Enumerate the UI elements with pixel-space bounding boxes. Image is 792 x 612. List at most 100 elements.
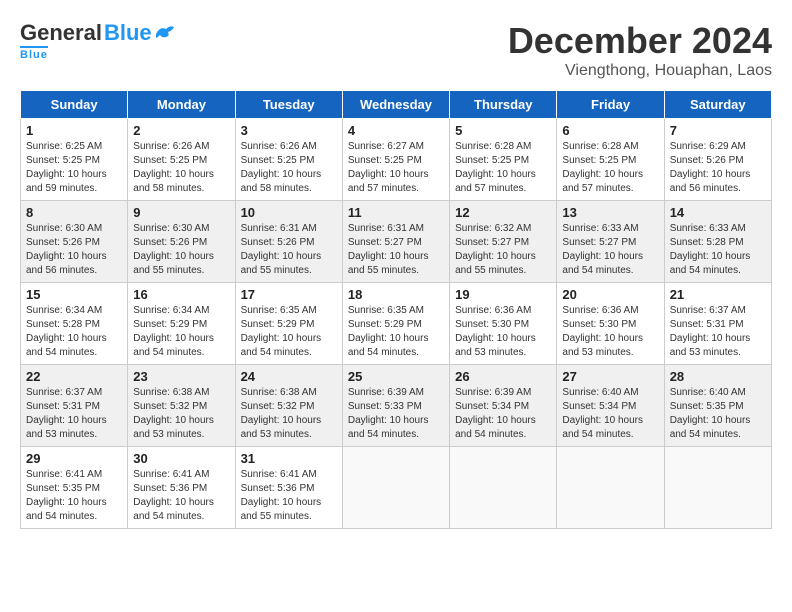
logo-underline: Blue <box>20 46 48 61</box>
calendar-cell: 25 Sunrise: 6:39 AMSunset: 5:33 PMDayligh… <box>342 365 449 447</box>
day-info: Sunrise: 6:37 AMSunset: 5:31 PMDaylight:… <box>26 386 122 442</box>
calendar-cell: 7 Sunrise: 6:29 AMSunset: 5:26 PMDaylight… <box>664 119 771 201</box>
day-info: Sunrise: 6:39 AMSunset: 5:34 PMDaylight:… <box>455 386 551 442</box>
calendar-cell: 28 Sunrise: 6:40 AMSunset: 5:35 PMDayligh… <box>664 365 771 447</box>
day-of-week-header: Thursday <box>450 91 557 119</box>
day-number: 28 <box>670 369 766 384</box>
logo-text: General Blue <box>20 20 176 46</box>
day-number: 22 <box>26 369 122 384</box>
calendar-cell: 3 Sunrise: 6:26 AMSunset: 5:25 PMDaylight… <box>235 119 342 201</box>
day-number: 25 <box>348 369 444 384</box>
calendar-cell: 8Sunrise: 6:30 AMSunset: 5:26 PMDaylight… <box>21 201 128 283</box>
day-number: 12 <box>455 205 551 220</box>
day-number: 30 <box>133 451 229 466</box>
calendar-cell: 19Sunrise: 6:36 AMSunset: 5:30 PMDayligh… <box>450 283 557 365</box>
day-number: 4 <box>348 123 444 138</box>
day-of-week-header: Monday <box>128 91 235 119</box>
calendar-cell: 2Sunrise: 6:26 AMSunset: 5:25 PMDaylight… <box>128 119 235 201</box>
day-info: Sunrise: 6:38 AMSunset: 5:32 PMDaylight:… <box>241 386 337 442</box>
day-number: 17 <box>241 287 337 302</box>
calendar-cell: 4 Sunrise: 6:27 AMSunset: 5:25 PMDaylight… <box>342 119 449 201</box>
calendar-cell <box>557 447 664 529</box>
day-number: 19 <box>455 287 551 302</box>
calendar-table: SundayMondayTuesdayWednesdayThursdayFrid… <box>20 90 772 529</box>
day-number: 10 <box>241 205 337 220</box>
day-info: Sunrise: 6:29 AMSunset: 5:26 PMDaylight:… <box>670 140 766 196</box>
calendar-cell: 23Sunrise: 6:38 AMSunset: 5:32 PMDayligh… <box>128 365 235 447</box>
calendar-cell: 29 Sunrise: 6:41 AMSunset: 5:35 PMDayligh… <box>21 447 128 529</box>
calendar-cell: 5 Sunrise: 6:28 AMSunset: 5:25 PMDaylight… <box>450 119 557 201</box>
day-info: Sunrise: 6:37 AMSunset: 5:31 PMDaylight:… <box>670 304 766 360</box>
calendar-cell: 21 Sunrise: 6:37 AMSunset: 5:31 PMDayligh… <box>664 283 771 365</box>
calendar-cell <box>342 447 449 529</box>
calendar-cell: 17 Sunrise: 6:35 AMSunset: 5:29 PMDayligh… <box>235 283 342 365</box>
day-number: 7 <box>670 123 766 138</box>
day-info: Sunrise: 6:28 AMSunset: 5:25 PMDaylight:… <box>562 140 658 196</box>
calendar-cell: 12 Sunrise: 6:32 AMSunset: 5:27 PMDayligh… <box>450 201 557 283</box>
day-info: Sunrise: 6:30 AMSunset: 5:26 PMDaylight:… <box>133 222 229 278</box>
day-number: 6 <box>562 123 658 138</box>
calendar-cell: 20Sunrise: 6:36 AMSunset: 5:30 PMDayligh… <box>557 283 664 365</box>
day-number: 21 <box>670 287 766 302</box>
month-title: December 2024 <box>508 20 772 62</box>
day-number: 31 <box>241 451 337 466</box>
day-info: Sunrise: 6:34 AMSunset: 5:29 PMDaylight:… <box>133 304 229 360</box>
day-info: Sunrise: 6:35 AMSunset: 5:29 PMDaylight:… <box>241 304 337 360</box>
day-info: Sunrise: 6:30 AMSunset: 5:26 PMDaylight:… <box>26 222 122 278</box>
calendar-cell: 27Sunrise: 6:40 AMSunset: 5:34 PMDayligh… <box>557 365 664 447</box>
day-number: 2 <box>133 123 229 138</box>
calendar-cell: 9 Sunrise: 6:30 AMSunset: 5:26 PMDaylight… <box>128 201 235 283</box>
day-info: Sunrise: 6:36 AMSunset: 5:30 PMDaylight:… <box>562 304 658 360</box>
calendar-cell: 31Sunrise: 6:41 AMSunset: 5:36 PMDayligh… <box>235 447 342 529</box>
day-info: Sunrise: 6:40 AMSunset: 5:35 PMDaylight:… <box>670 386 766 442</box>
day-number: 3 <box>241 123 337 138</box>
day-number: 5 <box>455 123 551 138</box>
location-subtitle: Viengthong, Houaphan, Laos <box>508 62 772 80</box>
calendar-cell: 11Sunrise: 6:31 AMSunset: 5:27 PMDayligh… <box>342 201 449 283</box>
day-number: 13 <box>562 205 658 220</box>
calendar-cell: 1 Sunrise: 6:25 AMSunset: 5:25 PMDaylight… <box>21 119 128 201</box>
calendar-week-row: 15 Sunrise: 6:34 AMSunset: 5:28 PMDayligh… <box>21 283 772 365</box>
day-info: Sunrise: 6:26 AMSunset: 5:25 PMDaylight:… <box>241 140 337 196</box>
calendar-cell: 16 Sunrise: 6:34 AMSunset: 5:29 PMDayligh… <box>128 283 235 365</box>
calendar-cell <box>450 447 557 529</box>
day-info: Sunrise: 6:35 AMSunset: 5:29 PMDaylight:… <box>348 304 444 360</box>
calendar-week-row: 1 Sunrise: 6:25 AMSunset: 5:25 PMDaylight… <box>21 119 772 201</box>
day-number: 29 <box>26 451 122 466</box>
day-of-week-header: Sunday <box>21 91 128 119</box>
calendar-week-row: 29 Sunrise: 6:41 AMSunset: 5:35 PMDayligh… <box>21 447 772 529</box>
day-number: 1 <box>26 123 122 138</box>
calendar-week-row: 8Sunrise: 6:30 AMSunset: 5:26 PMDaylight… <box>21 201 772 283</box>
day-number: 9 <box>133 205 229 220</box>
day-info: Sunrise: 6:34 AMSunset: 5:28 PMDaylight:… <box>26 304 122 360</box>
calendar-cell: 18Sunrise: 6:35 AMSunset: 5:29 PMDayligh… <box>342 283 449 365</box>
day-info: Sunrise: 6:33 AMSunset: 5:27 PMDaylight:… <box>562 222 658 278</box>
day-number: 24 <box>241 369 337 384</box>
bird-icon <box>154 24 176 42</box>
calendar-cell: 15 Sunrise: 6:34 AMSunset: 5:28 PMDayligh… <box>21 283 128 365</box>
day-number: 16 <box>133 287 229 302</box>
calendar-cell: 26 Sunrise: 6:39 AMSunset: 5:34 PMDayligh… <box>450 365 557 447</box>
day-number: 14 <box>670 205 766 220</box>
calendar-week-row: 22 Sunrise: 6:37 AMSunset: 5:31 PMDayligh… <box>21 365 772 447</box>
day-info: Sunrise: 6:39 AMSunset: 5:33 PMDaylight:… <box>348 386 444 442</box>
page-header: General Blue Blue December 2024 Viengtho… <box>20 20 772 80</box>
day-info: Sunrise: 6:41 AMSunset: 5:35 PMDaylight:… <box>26 468 122 524</box>
day-of-week-header: Wednesday <box>342 91 449 119</box>
calendar-cell: 24 Sunrise: 6:38 AMSunset: 5:32 PMDayligh… <box>235 365 342 447</box>
day-info: Sunrise: 6:32 AMSunset: 5:27 PMDaylight:… <box>455 222 551 278</box>
day-info: Sunrise: 6:28 AMSunset: 5:25 PMDaylight:… <box>455 140 551 196</box>
day-info: Sunrise: 6:25 AMSunset: 5:25 PMDaylight:… <box>26 140 122 196</box>
day-number: 11 <box>348 205 444 220</box>
calendar-header-row: SundayMondayTuesdayWednesdayThursdayFrid… <box>21 91 772 119</box>
day-of-week-header: Saturday <box>664 91 771 119</box>
day-number: 15 <box>26 287 122 302</box>
day-info: Sunrise: 6:27 AMSunset: 5:25 PMDaylight:… <box>348 140 444 196</box>
day-info: Sunrise: 6:38 AMSunset: 5:32 PMDaylight:… <box>133 386 229 442</box>
calendar-cell <box>664 447 771 529</box>
calendar-cell: 6 Sunrise: 6:28 AMSunset: 5:25 PMDaylight… <box>557 119 664 201</box>
day-number: 26 <box>455 369 551 384</box>
calendar-cell: 22 Sunrise: 6:37 AMSunset: 5:31 PMDayligh… <box>21 365 128 447</box>
day-info: Sunrise: 6:31 AMSunset: 5:26 PMDaylight:… <box>241 222 337 278</box>
day-of-week-header: Friday <box>557 91 664 119</box>
